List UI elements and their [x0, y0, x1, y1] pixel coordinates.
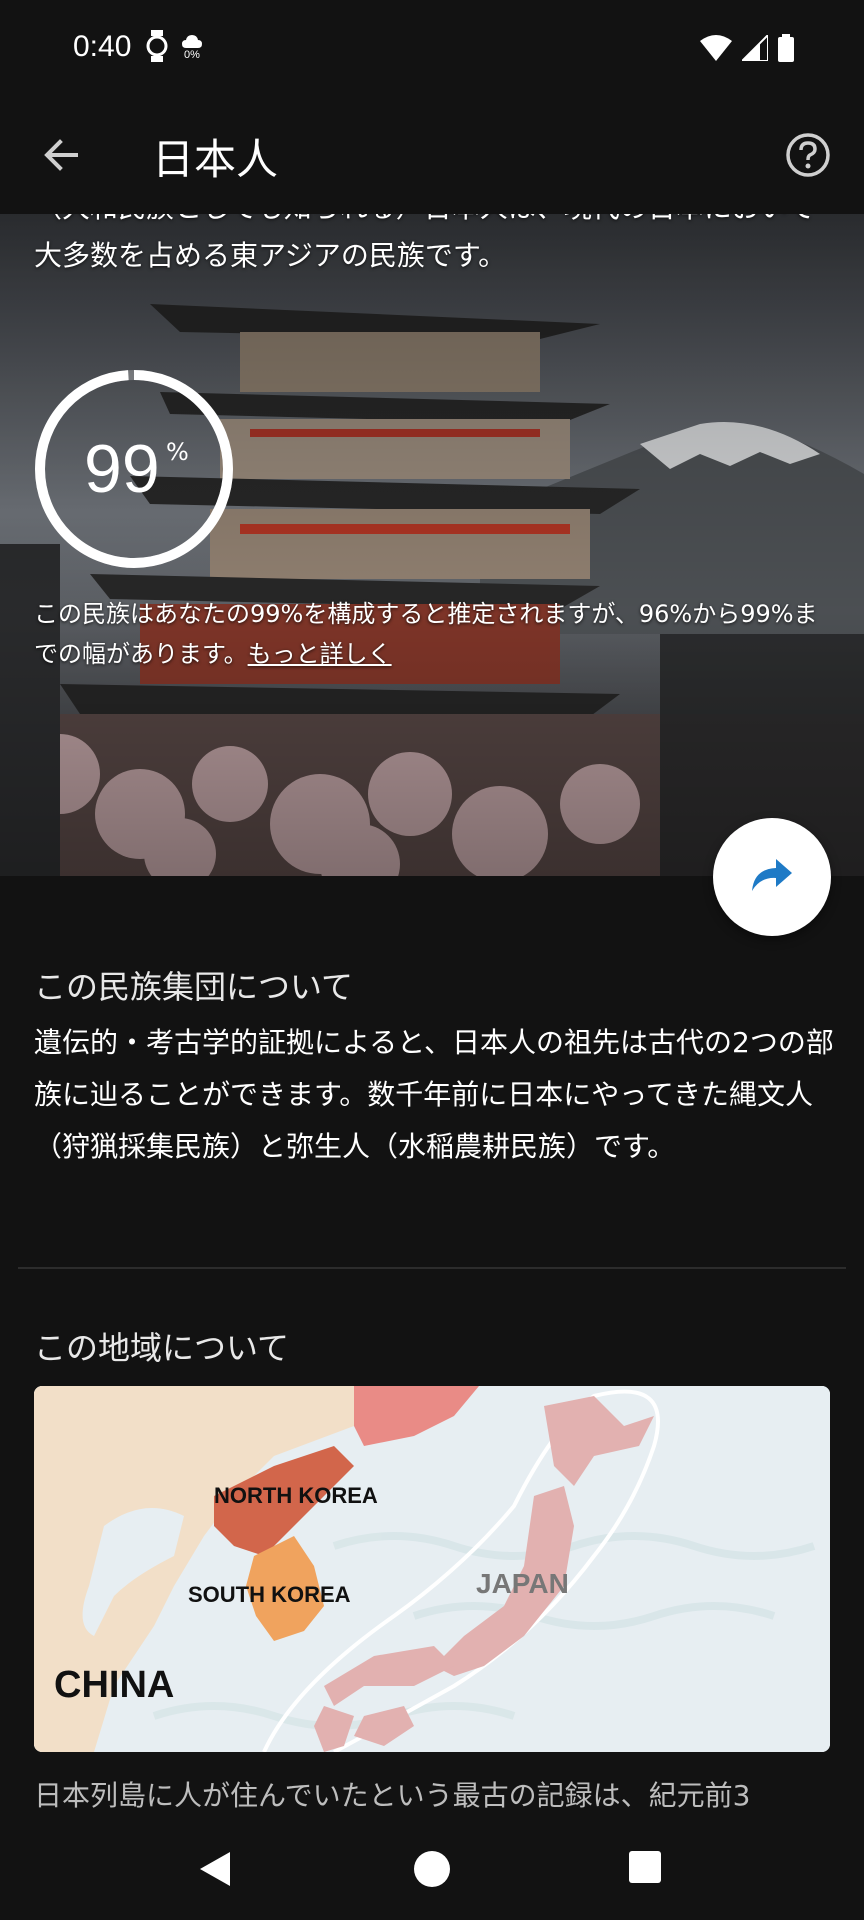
share-button[interactable] — [713, 818, 831, 936]
about-group-body: 遺伝的・考古学的証拠によると、日本人の祖先は古代の2つの部族に辿ることができます… — [34, 1026, 834, 1163]
nav-home-icon[interactable] — [413, 1850, 451, 1892]
section-divider — [18, 1267, 846, 1269]
estimate-text: この民族はあなたの99%を構成すると推定されますが、96%から99%までの幅があ… — [34, 594, 834, 674]
region-heading: この地域について — [34, 1329, 290, 1367]
back-button[interactable] — [30, 127, 90, 187]
weather-icon: 0% — [182, 35, 202, 61]
map-label-north-korea: NORTH KOREA — [214, 1483, 378, 1508]
help-button[interactable] — [778, 127, 838, 187]
battery-icon — [778, 34, 794, 66]
region-body: 日本列島に人が住んでいたという最古の記録は、紀元前3 — [34, 1779, 751, 1812]
status-icons-left: 0% — [146, 30, 202, 66]
map-label-japan: JAPAN — [476, 1568, 569, 1599]
app-bar: 日本人 — [0, 100, 864, 214]
system-nav-bar — [0, 1818, 864, 1920]
status-time: 0:40 — [73, 30, 132, 63]
help-circle-icon — [785, 132, 831, 182]
share-arrow-icon — [750, 855, 794, 899]
status-bar: 0:40 0% — [0, 0, 864, 100]
page-title: 日本人 — [152, 135, 279, 184]
map-label-china: CHINA — [54, 1664, 174, 1706]
arrow-back-icon — [40, 135, 80, 179]
region-map: NORTH KOREA SOUTH KOREA JAPAN CHINA — [34, 1386, 830, 1752]
estimate-sentence: この民族はあなたの99%を構成すると推定されますが、96%から99%までの幅があ… — [34, 600, 818, 668]
nav-back-icon[interactable] — [196, 1850, 234, 1892]
percent-value: 99 — [84, 431, 160, 507]
hero-banner: （大和民族としても知られる）日本人は、現代の日本において大多数を占める東アジアの… — [0, 214, 864, 876]
map-graphic: NORTH KOREA SOUTH KOREA JAPAN CHINA — [34, 1386, 830, 1752]
watch-icon — [146, 30, 168, 66]
nav-recents-icon[interactable] — [628, 1850, 662, 1888]
learn-more-link[interactable]: もっと詳しく — [248, 640, 392, 668]
percent-sign: % — [166, 438, 189, 466]
map-label-south-korea: SOUTH KOREA — [188, 1582, 351, 1607]
status-icons-right — [700, 32, 794, 66]
signal-icon — [739, 32, 769, 65]
wifi-icon — [700, 35, 732, 65]
about-group-heading: この民族集団について — [34, 968, 354, 1006]
weather-percent: 0% — [184, 49, 200, 61]
hero-intro-text: （大和民族としても知られる）日本人は、現代の日本において大多数を占める東アジアの… — [34, 214, 815, 272]
